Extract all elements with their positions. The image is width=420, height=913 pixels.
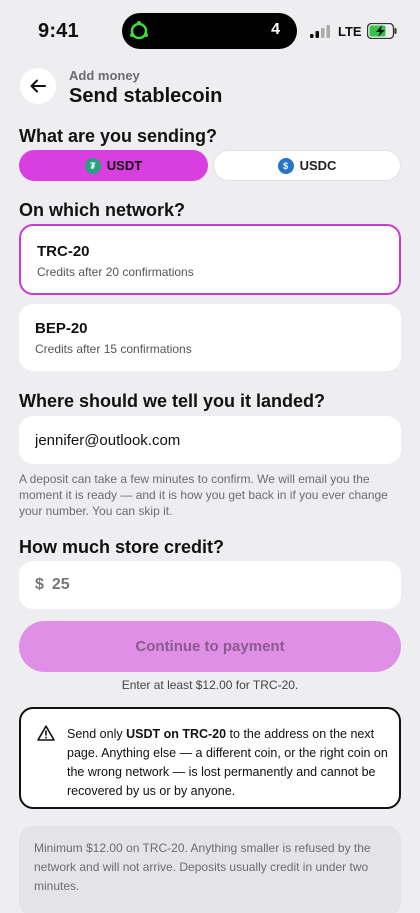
- amount-field[interactable]: $: [19, 561, 401, 609]
- warning-icon: [37, 725, 55, 741]
- continue-button[interactable]: Continue to payment: [19, 621, 401, 672]
- info-note-text: Minimum $12.00 on TRC-20. Anything small…: [34, 841, 371, 893]
- email-helper-text: A deposit can take a few minutes to conf…: [19, 472, 388, 518]
- status-time: 9:41: [38, 20, 79, 42]
- battery-charging-icon: [367, 23, 397, 39]
- email-field[interactable]: [19, 416, 401, 464]
- amount-input[interactable]: [51, 576, 352, 594]
- network-subtitle: Credits after 20 confirmations: [37, 265, 194, 279]
- coin-section-title: What are you sending?: [19, 126, 218, 146]
- info-note: Minimum $12.00 on TRC-20. Anything small…: [19, 826, 401, 913]
- arrow-left-icon: [30, 79, 46, 93]
- coin-label: USDT: [106, 158, 143, 173]
- page-title: Send stablecoin: [69, 85, 223, 107]
- activity-ring-icon: [130, 21, 148, 40]
- coin-label: USDC: [299, 158, 337, 173]
- network-name: TRC-20: [37, 243, 90, 260]
- email-section-title: Where should we tell you it landed?: [19, 391, 326, 411]
- network-name: BEP-20: [35, 320, 88, 337]
- warning-emphasis: USDT on TRC-20: [126, 727, 227, 741]
- signal-icon: [310, 25, 330, 38]
- currency-symbol: $: [35, 576, 44, 593]
- header-eyebrow: Add money: [69, 68, 140, 83]
- network-option-bep20[interactable]: BEP-20 Credits after 15 confirmations: [19, 304, 401, 371]
- island-count: 4: [271, 21, 280, 38]
- coin-option-usdt[interactable]: ₮ USDT: [19, 150, 208, 181]
- network-section-title: On which network?: [19, 200, 186, 220]
- network-option-trc20[interactable]: TRC-20 Credits after 20 confirmations: [19, 224, 401, 295]
- network-subtitle: Credits after 15 confirmations: [35, 342, 192, 356]
- minimum-hint: Enter at least $12.00 for TRC-20.: [121, 678, 299, 692]
- usdc-icon: $: [277, 157, 294, 174]
- email-input[interactable]: [19, 416, 401, 464]
- coin-option-usdc[interactable]: $ USDC: [213, 150, 401, 181]
- tether-icon: ₮: [84, 157, 101, 174]
- warning-text: Send only USDT on TRC-20 to the address …: [67, 725, 389, 801]
- warning-box: Send only USDT on TRC-20 to the address …: [19, 707, 401, 809]
- network-type: LTE: [338, 24, 362, 39]
- back-button[interactable]: [20, 68, 56, 104]
- status-bar: 9:41 4 LTE: [0, 0, 420, 62]
- amount-section-title: How much store credit?: [19, 537, 225, 557]
- dynamic-island: 4: [122, 13, 297, 49]
- warning-prefix: Send only: [67, 727, 127, 741]
